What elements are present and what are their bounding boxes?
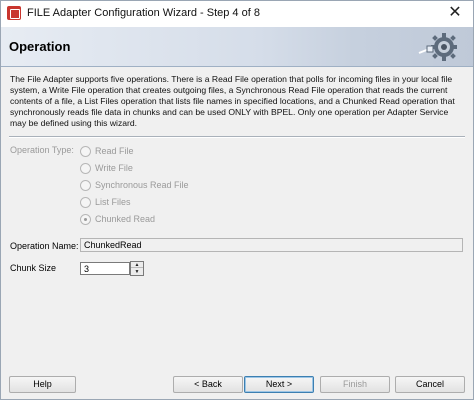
radio-label: Write File bbox=[95, 163, 133, 173]
operation-type-label: Operation Type: bbox=[10, 145, 74, 155]
section-divider bbox=[9, 136, 465, 138]
radio-button[interactable] bbox=[80, 145, 91, 157]
radio-button[interactable] bbox=[80, 196, 91, 208]
radio-label: List Files bbox=[95, 197, 131, 207]
wizard-window: FILE Adapter Configuration Wizard - Step… bbox=[0, 0, 474, 400]
gear-plug-icon bbox=[418, 33, 457, 61]
close-button[interactable]: ✕ bbox=[441, 3, 469, 23]
chunk-size-label: Chunk Size bbox=[10, 263, 57, 273]
radio-read-file[interactable]: Read File bbox=[80, 145, 134, 157]
title-bar: FILE Adapter Configuration Wizard - Step… bbox=[1, 1, 473, 27]
window-title: FILE Adapter Configuration Wizard - Step… bbox=[27, 7, 260, 19]
radio-button[interactable] bbox=[80, 179, 91, 191]
operation-name-field[interactable]: ChunkedRead bbox=[80, 238, 463, 252]
cancel-button[interactable]: Cancel bbox=[395, 376, 465, 393]
radio-write-file[interactable]: Write File bbox=[80, 162, 133, 174]
back-button[interactable]: < Back bbox=[173, 376, 243, 393]
radio-chunked-read[interactable]: Chunked Read bbox=[80, 213, 155, 225]
finish-button[interactable]: Finish bbox=[320, 376, 390, 393]
spinner-down-arrow-icon[interactable]: ▼ bbox=[131, 269, 143, 275]
next-button[interactable]: Next > bbox=[244, 376, 314, 393]
chunk-size-spinner[interactable]: ▲ ▼ bbox=[130, 261, 144, 276]
app-icon bbox=[7, 6, 21, 20]
banner-title: Operation bbox=[9, 39, 71, 54]
operation-description: The File Adapter supports five operation… bbox=[10, 74, 455, 128]
radio-list-files[interactable]: List Files bbox=[80, 196, 131, 208]
step-banner: Operation bbox=[1, 27, 473, 67]
operation-name-label: Operation Name: bbox=[10, 241, 79, 251]
radio-label: Synchronous Read File bbox=[95, 180, 189, 190]
radio-synchronous-read-file[interactable]: Synchronous Read File bbox=[80, 179, 189, 191]
radio-button-selected[interactable] bbox=[80, 213, 91, 225]
radio-label: Chunked Read bbox=[95, 214, 156, 224]
chunk-size-input[interactable]: 3 bbox=[80, 262, 130, 275]
radio-button[interactable] bbox=[80, 162, 91, 174]
banner-background-pattern bbox=[291, 31, 411, 63]
spinner-up-arrow-icon[interactable]: ▲ bbox=[131, 262, 143, 268]
radio-label: Read File bbox=[95, 146, 134, 156]
help-button[interactable]: Help bbox=[9, 376, 76, 393]
